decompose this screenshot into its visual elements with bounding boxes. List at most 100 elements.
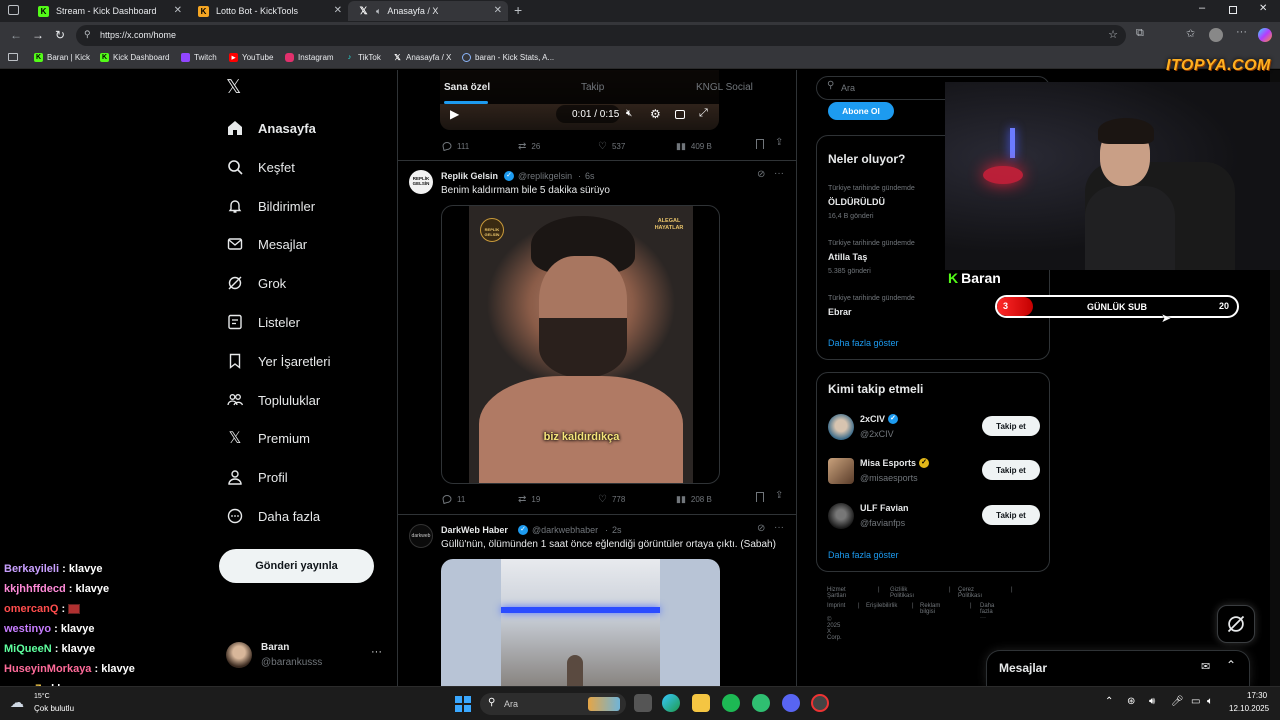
site-info-icon[interactable]: ⚲ bbox=[84, 29, 91, 40]
repost-count[interactable]: ⇄ 19 bbox=[518, 494, 540, 505]
sidebar-item-premium[interactable]: 𝕏 Premium bbox=[226, 426, 310, 450]
spotify-icon[interactable] bbox=[722, 694, 740, 712]
more-icon[interactable]: ··· bbox=[774, 168, 784, 179]
sidebar-item-home[interactable]: Anasayfa bbox=[226, 116, 316, 140]
footer-link[interactable]: Imprint bbox=[827, 603, 845, 609]
view-count[interactable]: ▮▮ 409 B bbox=[676, 141, 712, 152]
settings-icon[interactable]: ⚙ bbox=[650, 107, 661, 121]
tweet-time[interactable]: 6s bbox=[585, 171, 595, 181]
follow-button[interactable]: Takip et bbox=[982, 416, 1040, 436]
profile-avatar-icon[interactable] bbox=[1209, 28, 1223, 42]
bookmark-tiktok[interactable]: ♪ TikTok bbox=[345, 53, 381, 62]
follow-suggestion[interactable]: ULF Favian @favianfps Takip et bbox=[817, 500, 1049, 534]
sidebar-item-notifications[interactable]: Bildirimler bbox=[226, 194, 315, 218]
sidebar-item-grok[interactable]: Grok bbox=[226, 271, 286, 295]
app-icon[interactable] bbox=[811, 694, 829, 712]
start-button[interactable] bbox=[455, 696, 471, 712]
like-count[interactable]: ♡ 537 bbox=[598, 141, 625, 152]
reply-count[interactable]: 111 bbox=[442, 141, 469, 151]
edge-icon[interactable] bbox=[662, 694, 680, 712]
forward-button[interactable]: → bbox=[32, 28, 44, 42]
reading-list-icon[interactable] bbox=[8, 53, 18, 61]
tab-x-home[interactable]: 𝕏 🔈︎ Anasayfa / X ✕ bbox=[348, 1, 508, 21]
show-more-link[interactable]: Daha fazla göster bbox=[828, 338, 899, 348]
new-message-icon[interactable]: ✉ bbox=[1201, 660, 1210, 673]
follow-suggestion[interactable]: 2xCIV ✓ @2xCIV Takip et bbox=[817, 411, 1049, 445]
show-more-link[interactable]: Daha fazla göster bbox=[828, 550, 899, 560]
tab-kngl-social[interactable]: KNGL Social bbox=[696, 82, 753, 93]
window-menu-icon[interactable] bbox=[8, 5, 19, 15]
grok-floating-button[interactable] bbox=[1217, 605, 1255, 643]
close-icon[interactable]: ✕ bbox=[494, 5, 502, 16]
fullscreen-icon[interactable]: ⤢ bbox=[699, 107, 708, 120]
reply-count[interactable]: 11 bbox=[442, 494, 465, 504]
footer-link[interactable]: Erişilebilirlik bbox=[866, 603, 897, 609]
view-count[interactable]: ▮▮ 208 B bbox=[676, 494, 712, 505]
weather-widget[interactable]: ☁ 15°C Çok bulutlu bbox=[8, 692, 98, 716]
taskbar-search[interactable]: ⚲ Ara bbox=[480, 693, 626, 715]
task-view-icon[interactable] bbox=[634, 694, 652, 712]
bookmark-youtube[interactable]: ▶ YouTube bbox=[229, 53, 273, 62]
bookmark-x-home[interactable]: 𝕏 Anasayfa / X bbox=[393, 53, 451, 62]
post-button[interactable]: Gönderi yayınla bbox=[219, 549, 374, 583]
close-window-button[interactable]: ✕ bbox=[1259, 3, 1267, 14]
copilot-icon[interactable] bbox=[1258, 28, 1272, 42]
tweet-handle[interactable]: @replikgelsin bbox=[518, 171, 572, 181]
mic-icon[interactable]: 🎤︎ bbox=[1171, 696, 1184, 707]
share-icon[interactable]: ⇪ bbox=[775, 137, 783, 148]
close-icon[interactable]: ✕ bbox=[174, 5, 182, 16]
tab-following[interactable]: Takip bbox=[581, 82, 604, 93]
sidebar-item-messages[interactable]: Mesajlar bbox=[226, 232, 307, 256]
sidebar-item-profile[interactable]: Profil bbox=[226, 465, 288, 489]
more-icon[interactable]: ··· bbox=[774, 522, 784, 533]
display-icon[interactable]: ▭ bbox=[1191, 696, 1200, 707]
bookmark-baran-kick[interactable]: K Baran | Kick bbox=[34, 53, 90, 62]
speaker-icon[interactable]: 🔈︎ bbox=[1207, 696, 1213, 707]
follow-suggestion[interactable]: Misa Esports ✓ @misaesports Takip et bbox=[817, 455, 1049, 489]
expand-icon[interactable]: ⌃ bbox=[1226, 658, 1236, 672]
x-logo-icon[interactable]: 𝕏 bbox=[226, 76, 241, 99]
play-icon[interactable]: ▶ bbox=[450, 107, 459, 121]
file-explorer-icon[interactable] bbox=[692, 694, 710, 712]
tab-kick-dashboard[interactable]: K Stream - Kick Dashboard ✕ bbox=[28, 1, 188, 21]
picture-in-picture-icon[interactable] bbox=[675, 110, 685, 119]
bookmark-twitch[interactable]: Twitch bbox=[181, 53, 217, 62]
tweet[interactable]: darkweb DarkWeb Haber ✓ @darkwebhaber · … bbox=[398, 515, 796, 686]
sidebar-item-communities[interactable]: Topluluklar bbox=[226, 388, 320, 412]
follow-button[interactable]: Takip et bbox=[982, 505, 1040, 525]
app-icon[interactable] bbox=[752, 694, 770, 712]
bookmark-icon[interactable] bbox=[756, 139, 764, 149]
sidebar-item-lists[interactable]: Listeler bbox=[226, 310, 300, 334]
tweet-media[interactable]: REPLİK GELSİN ALEGAL HAYATLAR biz kaldır… bbox=[441, 205, 720, 484]
clock-date[interactable]: 12.10.2025 bbox=[1229, 704, 1269, 713]
discord-icon[interactable] bbox=[782, 694, 800, 712]
tweet[interactable]: REPLİK GELSİN Replik Gelsin ✓ @replikgel… bbox=[398, 161, 796, 513]
subscribe-button[interactable]: Abone Ol bbox=[828, 102, 894, 120]
bookmark-icon[interactable] bbox=[756, 492, 764, 502]
more-icon[interactable]: ··· bbox=[371, 646, 382, 658]
tweet-author[interactable]: Replik Gelsin bbox=[441, 171, 498, 181]
sidebar-item-bookmarks[interactable]: Yer İşaretleri bbox=[226, 349, 331, 373]
favorites-icon[interactable]: ✩ bbox=[1186, 27, 1195, 40]
extensions-icon[interactable]: ⧉ bbox=[1136, 27, 1144, 40]
clock-time[interactable]: 17:30 bbox=[1247, 691, 1267, 700]
footer-link[interactable]: Çerez Politikası bbox=[958, 587, 982, 599]
tweet-handle[interactable]: @darkwebhaber bbox=[532, 525, 598, 535]
volume-icon[interactable]: 🔊︎ bbox=[1149, 696, 1155, 707]
tray-app-icon[interactable]: ⊛ bbox=[1127, 696, 1135, 707]
footer-link[interactable]: Gizlilik Politikası bbox=[890, 587, 914, 599]
url-field[interactable]: ⚲ https://x.com/home ☆ bbox=[76, 25, 1126, 46]
tweet-author[interactable]: DarkWeb Haber bbox=[441, 525, 508, 535]
speaker-icon[interactable]: 🔈︎ bbox=[376, 6, 381, 17]
tab-lotto-bot[interactable]: K Lotto Bot - KickTools ✕ bbox=[188, 1, 348, 21]
tweet-time[interactable]: 2s bbox=[612, 525, 622, 535]
star-icon[interactable]: ☆ bbox=[1108, 28, 1118, 41]
maximize-button[interactable] bbox=[1229, 6, 1237, 14]
bookmark-kick-dashboard[interactable]: K Kick Dashboard bbox=[100, 53, 169, 62]
tweet-media[interactable] bbox=[441, 559, 720, 686]
new-tab-button[interactable]: + bbox=[514, 2, 522, 18]
repost-count[interactable]: ⇄ 26 bbox=[518, 141, 540, 152]
mute-icon[interactable]: 🔇︎ bbox=[626, 108, 632, 119]
messages-drawer[interactable]: Mesajlar ✉ ⌃ bbox=[986, 650, 1250, 686]
reload-button[interactable]: ↻ bbox=[55, 28, 65, 42]
